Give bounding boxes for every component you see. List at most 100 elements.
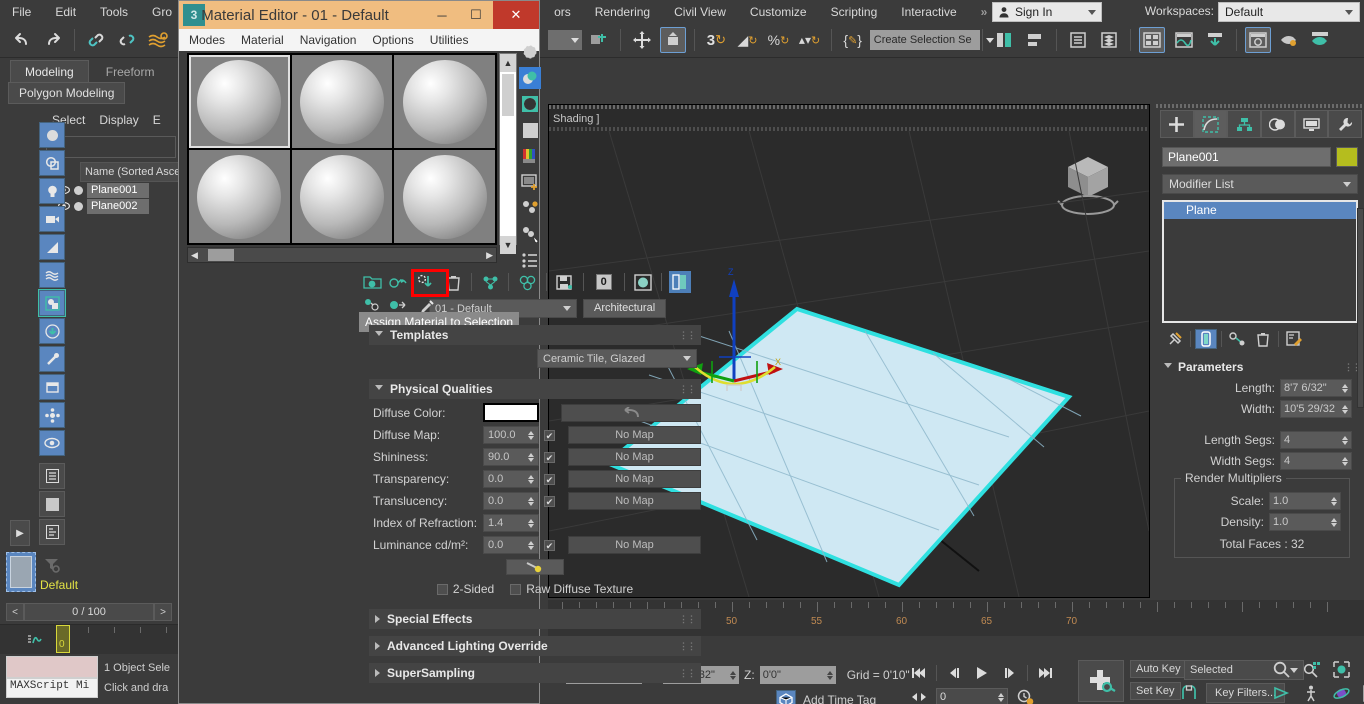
filter-particles-button[interactable] [39,402,65,428]
zoom-icon[interactable] [1270,658,1292,680]
zoom-region-icon[interactable] [1360,658,1364,680]
select-by-material-icon[interactable] [519,223,541,245]
translucency-map-button[interactable]: No Map [568,492,701,510]
diffuse-map-button[interactable]: No Map [568,426,701,444]
spinner-arrows-icon[interactable] [1342,404,1348,414]
filter-groups-button[interactable] [38,289,66,317]
minimize-button[interactable]: ─ [425,1,459,29]
options-icon[interactable] [519,197,541,219]
make-preview-icon[interactable] [519,171,541,193]
ior-spinner[interactable]: 1.4 [483,514,539,532]
sample-uv-tiling-icon[interactable] [519,119,541,141]
spinner-arrows-icon[interactable] [1342,383,1348,393]
menu-item-edit[interactable]: Edit [43,2,88,22]
display-list-button[interactable] [39,463,65,489]
filter-space-warps-button[interactable] [39,262,65,288]
zoom-all-icon[interactable] [1300,658,1322,680]
spinner-arrows-icon[interactable] [1342,435,1348,445]
density-spinner[interactable]: 1.0 [1269,513,1341,531]
filter-geometry-button[interactable] [39,122,65,148]
render-setup-button[interactable] [1276,27,1302,53]
me-menu-navigation[interactable]: Navigation [300,33,357,47]
parameters-header[interactable]: Parameters ⋮⋮ [1160,358,1361,376]
walkthrough-icon[interactable] [1300,682,1322,704]
scroll-right-icon[interactable]: ▶ [486,250,496,261]
physical-qualities-rollup-header[interactable]: Physical Qualities ⋮⋮ [369,379,701,399]
sample-slot-1[interactable] [189,55,290,148]
named-selection-set-field[interactable]: Create Selection Se [869,30,980,50]
menu-item-rendering[interactable]: Rendering [583,2,662,22]
width-segs-spinner[interactable]: 4 [1280,452,1352,470]
menu-item-customize[interactable]: Customize [738,2,819,22]
goto-start-icon[interactable] [908,662,930,684]
menu-item-interactive[interactable]: Interactive [889,2,968,22]
advanced-lighting-override-rollup-header[interactable]: Advanced Lighting Override ⋮⋮ [369,636,701,656]
scale-spinner[interactable]: 1.0 [1269,492,1341,510]
command-panel-scrollbar[interactable] [1357,208,1364,408]
content-browser-button[interactable] [1202,27,1228,53]
scroll-down-icon[interactable]: ▼ [500,236,516,254]
modifier-stack[interactable]: Plane [1162,200,1358,323]
time-configuration-icon[interactable] [1014,686,1036,704]
play-animation-icon[interactable] [971,662,993,684]
grip-icon[interactable]: ⋮⋮ [679,668,696,679]
spinner-arrows-icon[interactable] [528,518,534,528]
tab-create[interactable] [1160,110,1194,138]
next-frame-button[interactable]: > [154,603,172,621]
goto-end-icon[interactable] [1034,662,1056,684]
filter-shapes-button[interactable] [39,150,65,176]
filter-xrefs-button[interactable] [39,318,65,344]
explorer-menu-edit[interactable]: E [153,113,161,127]
reference-coordinate-button[interactable]: 3 ↻ [703,27,729,53]
zoom-extents-icon[interactable] [1330,658,1352,680]
length-segs-spinner[interactable]: 4 [1280,431,1352,449]
prev-frame-button[interactable]: < [6,603,24,621]
use-pivot-point-center-button[interactable]: ◢ ↻ [734,27,760,53]
material-effects-channel-icon[interactable]: 0 [591,271,617,293]
spinner-arrows-icon[interactable] [1331,517,1337,527]
me-menu-modes[interactable]: Modes [189,33,225,47]
sign-in-button[interactable]: Sign In [992,2,1102,22]
material-editor-button[interactable] [1244,27,1271,53]
chevron-down-icon[interactable] [1088,9,1096,15]
translucency-spinner[interactable]: 0.0 [483,492,539,510]
tab-motion[interactable] [1261,110,1295,138]
material-type-button[interactable]: Architectural [583,299,667,318]
menu-item-file[interactable]: File [0,2,43,22]
next-frame-icon[interactable] [999,662,1021,684]
me-menu-options[interactable]: Options [372,33,413,47]
chevron-down-icon[interactable] [1345,9,1353,15]
sample-slot-6[interactable] [394,150,495,243]
me-menu-utilities[interactable]: Utilities [430,33,469,47]
transparency-map-button[interactable]: No Map [568,470,701,488]
put-material-to-scene-icon[interactable] [386,271,408,293]
template-dropdown[interactable]: Ceramic Tile, Glazed [537,349,697,368]
grip-icon[interactable]: ⋮⋮ [679,641,696,652]
viewport-label[interactable]: Shading ] [553,113,599,125]
filter-visibility-button[interactable] [39,430,65,456]
key-mode-toggle-icon[interactable] [908,686,930,704]
object-color-swatch[interactable] [1336,147,1358,167]
shininess-checkbox[interactable]: ✔ [544,451,555,463]
previous-frame-icon[interactable] [943,662,965,684]
scroll-up-icon[interactable]: ▲ [500,54,516,72]
templates-rollup-header[interactable]: Templates ⋮⋮ [369,325,701,345]
diffuse-map-spinner[interactable]: 100.0 [483,426,539,444]
select-object-button[interactable] [586,27,612,53]
filter-cameras-button[interactable] [39,206,65,232]
workspace-selector[interactable]: Default [1218,2,1360,22]
set-key-button[interactable] [1078,660,1124,702]
translucency-checkbox[interactable]: ✔ [544,495,555,507]
ribbon-tab-freeform[interactable]: Freeform [92,61,169,83]
rendered-frame-window-button[interactable] [1307,27,1333,53]
list-item[interactable]: Plane002 [58,198,180,214]
maxscript-mini-listener[interactable]: MAXScript Mi [6,678,98,698]
sample-slots-hscrollbar[interactable]: ◀ ▶ [187,247,497,263]
special-effects-rollup-header[interactable]: Special Effects ⋮⋮ [369,609,701,629]
raw-diffuse-checkbox[interactable]: ✔ [510,583,522,595]
add-time-tag-icon[interactable] [776,690,796,704]
luminance-checkbox[interactable]: ✔ [544,539,555,551]
scene-converter-button[interactable] [1096,27,1122,53]
list-item[interactable]: Plane001 [58,182,180,198]
explorer-column-header[interactable]: Name (Sorted Ascend [80,162,180,182]
